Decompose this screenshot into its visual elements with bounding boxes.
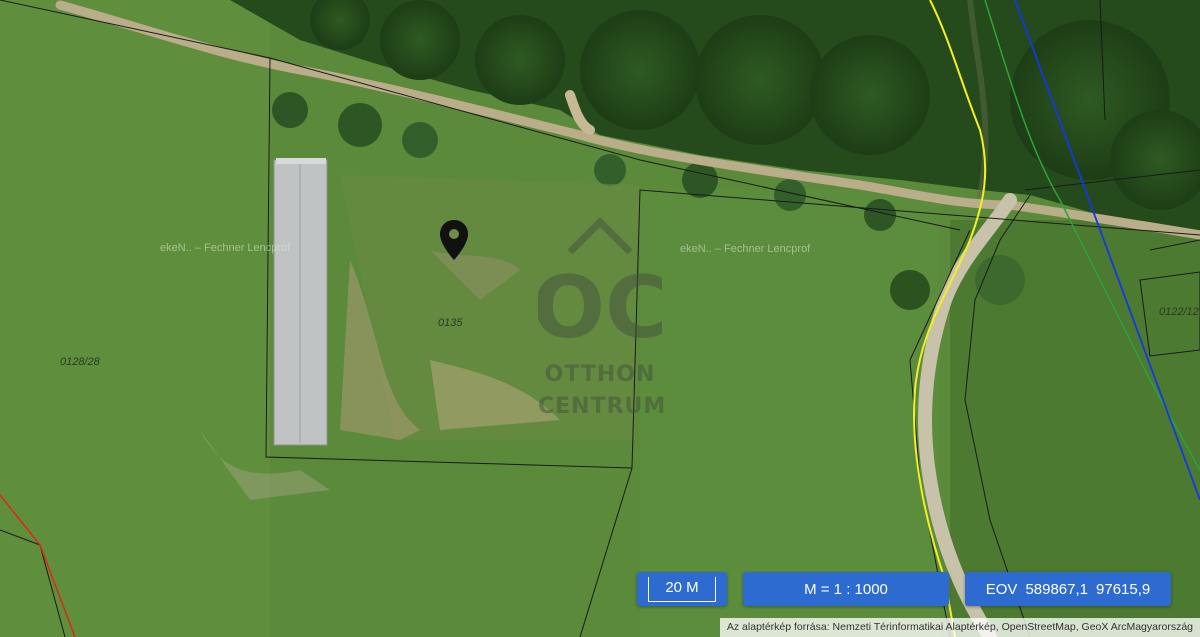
ghost-owner-label: ekeN.. – Fechner Lencprof (160, 242, 291, 254)
logo-letters: OC (538, 258, 662, 352)
watermark-line2: CENTRUM (538, 394, 667, 419)
scale-ratio-button[interactable]: M = 1 : 1000 (743, 572, 949, 606)
map-attribution: Az alaptérkép forrása: Nemzeti Térinform… (719, 618, 1200, 637)
ghost-owner-label: ekeN.. – Fechner Lencprof (680, 243, 811, 255)
parcel-label-0128-28: 0128/28 (60, 356, 100, 368)
scale-bar-label: 20 M (648, 576, 716, 602)
parcel-label-0122-12: 0122/12 (1159, 306, 1199, 318)
otthon-centrum-watermark: OC OTTHON CENTRUM (532, 212, 668, 427)
eov-coordinates-button[interactable]: EOV 589867,1 97615,9 (965, 572, 1171, 606)
eov-label: EOV (985, 580, 1018, 598)
watermark-line1: OTTHON (544, 362, 656, 387)
scale-bar-button[interactable]: 20 M (637, 572, 727, 606)
eov-y-value: 97615,9 (1096, 580, 1151, 598)
house-roof-icon: OC (532, 217, 668, 358)
eov-x-value: 589867,1 (1025, 580, 1089, 598)
scale-ratio-label: M = 1 : 1000 (804, 580, 888, 598)
parcel-label-0135: 0135 (438, 317, 463, 329)
map-pin-icon[interactable] (439, 219, 469, 261)
